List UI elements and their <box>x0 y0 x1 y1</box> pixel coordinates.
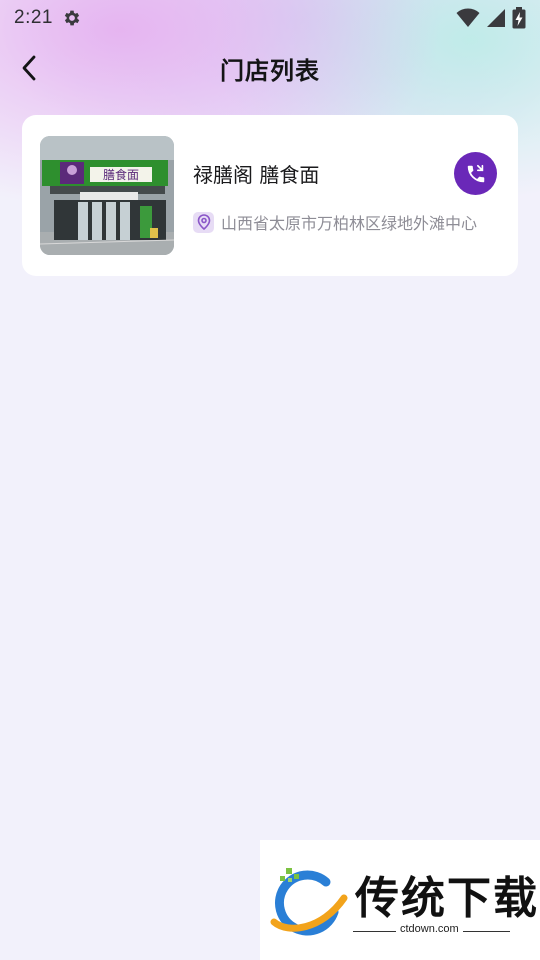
store-front-image: 膳食面 <box>40 136 174 255</box>
store-photo: 膳食面 <box>40 136 174 255</box>
chevron-left-icon <box>22 55 36 81</box>
store-card[interactable]: 膳食面 禄膳阁 膳食面 山西省太原市万柏林区绿地外滩中心 <box>22 115 518 276</box>
back-button[interactable] <box>14 52 44 84</box>
status-bar: 2:21 <box>0 0 540 36</box>
watermark-url: ctdown.com <box>396 923 463 935</box>
call-button[interactable] <box>454 152 497 195</box>
page-title: 门店列表 <box>220 56 320 85</box>
store-address: 山西省太原市万柏林区绿地外滩中心 <box>221 214 478 233</box>
store-sign-text: 膳食面 <box>103 167 139 182</box>
status-icons <box>456 7 526 29</box>
nav-bar: 门店列表 <box>0 44 540 92</box>
watermark-logo <box>270 868 348 936</box>
gear-icon <box>64 10 80 26</box>
status-time: 2:21 <box>14 7 53 28</box>
location-pin-icon <box>193 211 214 233</box>
battery-charging-icon <box>512 7 526 29</box>
address-row: 山西省太原市万柏林区绿地外滩中心 <box>193 210 477 234</box>
phone-icon <box>467 164 484 182</box>
store-name: 禄膳阁 膳食面 <box>193 163 320 187</box>
wifi-icon <box>456 8 480 27</box>
cell-signal-icon <box>487 9 505 27</box>
watermark: 传统下载 ctdown.com <box>260 840 540 960</box>
watermark-brand: 传统下载 <box>355 873 539 924</box>
